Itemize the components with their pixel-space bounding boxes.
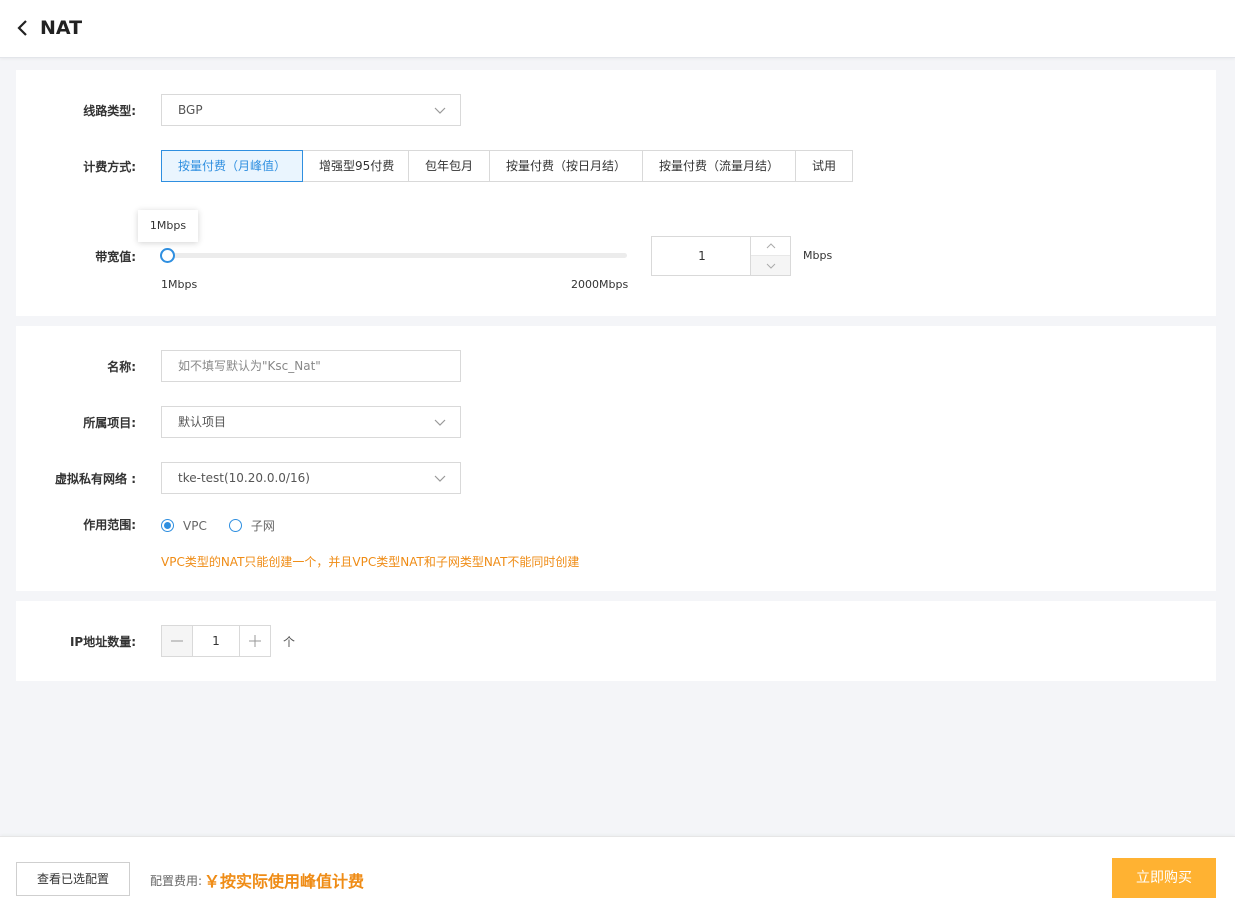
billing-option-daily[interactable]: 按量付费（按日月结） xyxy=(489,150,643,182)
radio-unchecked-icon xyxy=(228,519,242,532)
nat-name-input[interactable] xyxy=(161,350,461,382)
ip-count-value[interactable]: 1 xyxy=(193,626,239,656)
line-type-label: 线路类型: xyxy=(83,104,136,118)
scope-warning: VPC类型的NAT只能创建一个，并且VPC类型NAT和子网类型NAT不能同时创建 xyxy=(161,555,580,569)
fee-label: 配置费用: xyxy=(150,874,203,888)
page-title: NAT xyxy=(40,17,83,39)
footer-bar: 查看已选配置 配置费用: ￥按实际使用峰值计费 立即购买 xyxy=(0,836,1235,915)
billing-option-monthly-peak[interactable]: 按量付费（月峰值） xyxy=(161,150,303,182)
scope-radio-vpc[interactable]: VPC xyxy=(161,519,207,533)
radio-checked-icon xyxy=(161,519,174,532)
scope-radio-group: VPC 子网 xyxy=(161,517,297,534)
bandwidth-label: 带宽值: xyxy=(95,250,136,264)
project-value: 默认项目 xyxy=(178,415,227,429)
ip-increment-button[interactable] xyxy=(239,626,270,656)
chevron-down-icon xyxy=(434,419,446,426)
project-select[interactable]: 默认项目 xyxy=(161,406,461,438)
ip-config-card: IP地址数量: 1 个 xyxy=(16,601,1216,681)
scope-label: 作用范围: xyxy=(83,518,136,532)
billing-option-trial[interactable]: 试用 xyxy=(795,150,853,182)
back-arrow-icon[interactable] xyxy=(16,18,30,38)
ip-count-label: IP地址数量: xyxy=(69,635,136,649)
billing-option-enhanced-95[interactable]: 增强型95付费 xyxy=(302,150,409,182)
basic-info-card: 名称: 所属项目: 默认项目 虚拟私有网络 : tke-test(10.20.0… xyxy=(16,326,1216,591)
slider-max-label: 2000Mbps xyxy=(571,278,629,291)
billing-option-yearly-monthly[interactable]: 包年包月 xyxy=(408,150,490,182)
chevron-down-icon xyxy=(434,475,446,482)
bandwidth-increment-button[interactable] xyxy=(751,237,790,256)
billing-option-traffic-monthly[interactable]: 按量付费（流量月结） xyxy=(642,150,796,182)
bandwidth-decrement-button[interactable] xyxy=(751,256,790,275)
name-label: 名称: xyxy=(107,360,136,374)
ip-count-stepper: 1 xyxy=(161,625,271,657)
chevron-down-icon xyxy=(434,107,446,114)
vpc-label: 虚拟私有网络 : xyxy=(55,472,136,486)
line-type-value: BGP xyxy=(178,103,203,117)
billing-label: 计费方式: xyxy=(83,160,136,174)
billing-mode-group: 按量付费（月峰值） 增强型95付费 包年包月 按量付费（按日月结） 按量付费（流… xyxy=(161,150,853,182)
vpc-select[interactable]: tke-test(10.20.0.0/16) xyxy=(161,462,461,494)
network-config-card: 线路类型: BGP 计费方式: 按量付费（月峰值） 增强型95付费 包年包月 按… xyxy=(16,70,1216,316)
line-type-select[interactable]: BGP xyxy=(161,94,461,126)
bandwidth-value[interactable]: 1 xyxy=(652,237,752,275)
bandwidth-slider-handle[interactable] xyxy=(160,248,175,263)
plus-icon xyxy=(249,635,261,647)
chevron-down-icon xyxy=(766,263,775,269)
scope-radio-subnet[interactable]: 子网 xyxy=(228,517,275,534)
project-label: 所属项目: xyxy=(83,416,136,430)
vpc-value: tke-test(10.20.0.0/16) xyxy=(178,471,310,485)
buy-now-button[interactable]: 立即购买 xyxy=(1112,858,1216,898)
bandwidth-spinner xyxy=(750,237,790,275)
fee-value: ￥按实际使用峰值计费 xyxy=(204,872,365,891)
ip-decrement-button[interactable] xyxy=(162,626,193,656)
chevron-up-icon xyxy=(766,243,775,249)
view-config-button[interactable]: 查看已选配置 xyxy=(16,862,130,896)
scope-option-subnet: 子网 xyxy=(250,519,275,533)
minus-icon xyxy=(171,640,183,642)
ip-count-unit: 个 xyxy=(283,635,296,649)
bandwidth-slider-track[interactable] xyxy=(167,253,627,258)
page-header: NAT xyxy=(0,0,1235,58)
slider-min-label: 1Mbps xyxy=(161,278,198,291)
bandwidth-number-input[interactable]: 1 xyxy=(651,236,791,276)
scope-option-vpc: VPC xyxy=(183,518,207,533)
slider-tooltip: 1Mbps xyxy=(138,210,198,242)
bandwidth-unit: Mbps xyxy=(803,249,833,262)
